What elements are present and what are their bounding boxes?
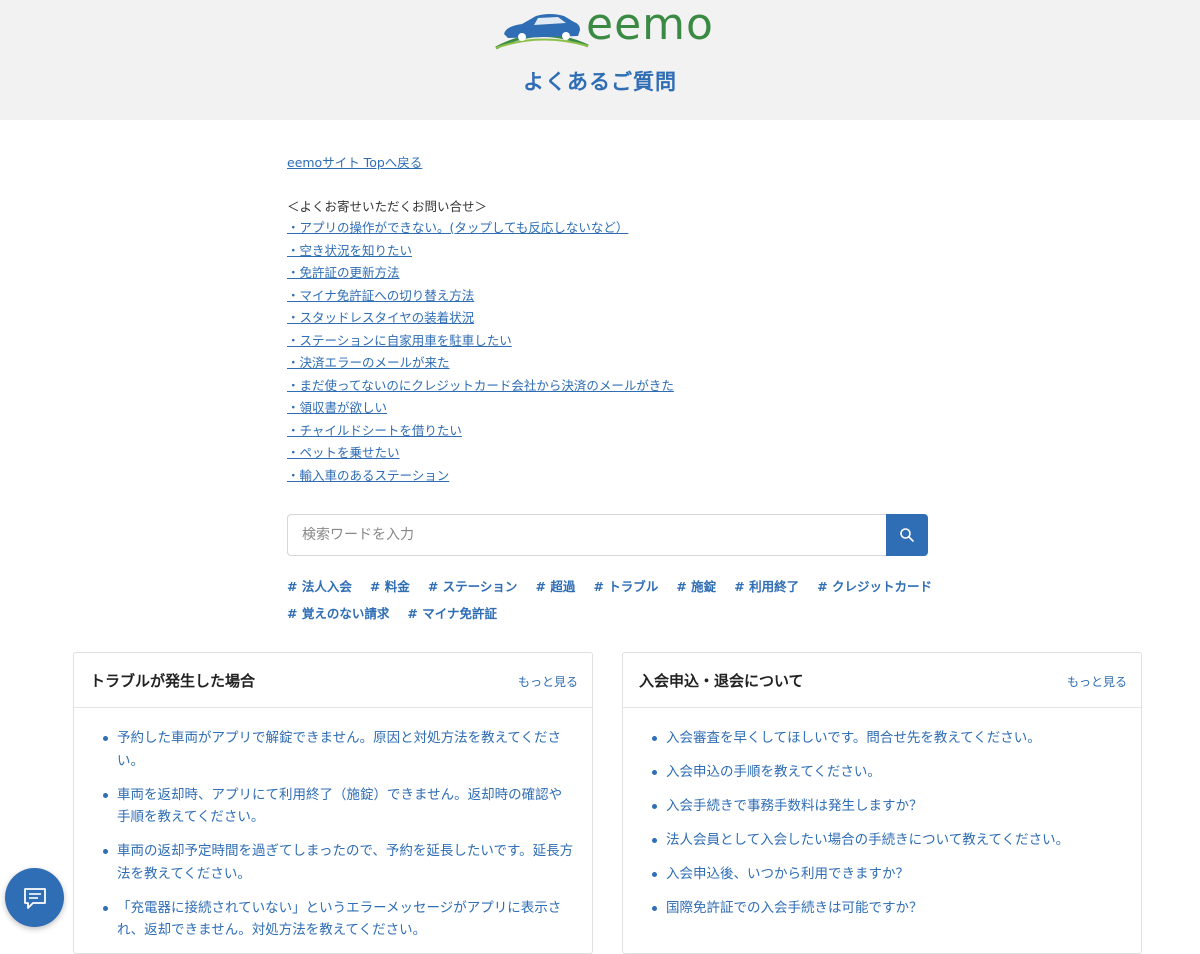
list-item: 車両を返却時、アプリにて利用終了（施錠）できません。返却時の確認や手順を教えてく… bbox=[74, 784, 592, 829]
back-to-top-link[interactable]: eemoサイト Topへ戻る bbox=[287, 152, 422, 171]
tag-link[interactable]: # 覚えのない請求 bbox=[287, 606, 389, 621]
card-title: 入会申込・退会について bbox=[639, 672, 804, 690]
article-link[interactable]: 入会審査を早くしてほしいです。問合せ先を教えてください。 bbox=[666, 730, 1041, 746]
tag-link[interactable]: # 施錠 bbox=[676, 579, 716, 594]
faq-link[interactable]: ・チャイルドシートを借りたい bbox=[287, 423, 462, 438]
list-item: 入会審査を早くしてほしいです。問合せ先を教えてください。 bbox=[623, 727, 1141, 750]
list-item: 入会申込後、いつから利用できますか？ bbox=[623, 863, 1141, 886]
list-item: ・ステーションに自家用車を駐車したい bbox=[287, 332, 674, 355]
list-item: 車両の返却予定時間を過ぎてしまったので、予約を延長したいです。延長方法を教えてく… bbox=[74, 840, 592, 885]
search-icon bbox=[900, 528, 914, 542]
tag-row: # 法人入会 # 料金 # ステーション # 超過 # トラブル # 施錠 # … bbox=[287, 576, 937, 603]
article-list: 入会審査を早くしてほしいです。問合せ先を教えてください。 入会申込の手順を教えて… bbox=[623, 727, 1141, 931]
list-item: ・ペットを乗せたい bbox=[287, 444, 674, 467]
tag-link[interactable]: # ステーション bbox=[428, 579, 518, 594]
faq-link[interactable]: ・空き状況を知りたい bbox=[287, 243, 412, 258]
faq-link[interactable]: ・マイナ免許証への切り替え方法 bbox=[287, 288, 474, 303]
category-card-trouble: トラブルが発生した場合 もっと見る 予約した車両がアプリで解錠できません。原因と… bbox=[73, 652, 593, 954]
article-list: 予約した車両がアプリで解錠できません。原因と対処方法を教えてください。 車両を返… bbox=[74, 727, 592, 953]
list-item: ・マイナ免許証への切り替え方法 bbox=[287, 287, 674, 310]
list-item: 入会申込の手順を教えてください。 bbox=[623, 761, 1141, 784]
tag-link[interactable]: # マイナ免許証 bbox=[407, 606, 497, 621]
list-item: 「充電器に接続されていない」というエラーメッセージがアプリに表示され、返却できま… bbox=[74, 897, 592, 942]
article-link[interactable]: 法人会員として入会したい場合の手続きについて教えてください。 bbox=[666, 832, 1069, 848]
search-input[interactable] bbox=[287, 514, 887, 556]
list-item: ・アプリの操作ができない。(タップしても反応しないなど） bbox=[287, 219, 674, 242]
tag-list: # 法人入会 # 料金 # ステーション # 超過 # トラブル # 施錠 # … bbox=[287, 576, 937, 630]
list-item: ・免許証の更新方法 bbox=[287, 264, 674, 287]
list-item: 国際免許証での入会手続きは可能ですか？ bbox=[623, 897, 1141, 920]
list-item: ・輸入車のあるステーション bbox=[287, 467, 674, 490]
faq-link[interactable]: ・決済エラーのメールが来た bbox=[287, 355, 450, 370]
logo-text-value: eemo bbox=[586, 0, 714, 50]
tag-link[interactable]: # クレジットカード bbox=[817, 579, 932, 594]
see-more-link[interactable]: もっと見る bbox=[518, 673, 578, 690]
list-item: 法人会員として入会したい場合の手続きについて教えてください。 bbox=[623, 829, 1141, 852]
faq-link[interactable]: ・まだ使ってないのにクレジットカード会社から決済のメールがきた bbox=[287, 378, 674, 393]
faq-link[interactable]: ・免許証の更新方法 bbox=[287, 265, 400, 280]
faq-heading: ＜よくお寄せいただくお問い合せ＞ bbox=[287, 199, 488, 214]
tag-link[interactable]: # 利用終了 bbox=[734, 579, 799, 594]
chat-bubble-icon bbox=[23, 887, 46, 909]
article-link[interactable]: 車両を返却時、アプリにて利用終了（施錠）できません。返却時の確認や手順を教えてく… bbox=[117, 787, 562, 826]
faq-link-list: ・アプリの操作ができない。(タップしても反応しないなど） ・空き状況を知りたい … bbox=[287, 219, 674, 489]
see-more-link[interactable]: もっと見る bbox=[1067, 673, 1127, 690]
list-item: ・決済エラーのメールが来た bbox=[287, 354, 674, 377]
list-item: ・チャイルドシートを借りたい bbox=[287, 422, 674, 445]
article-link[interactable]: 入会申込後、いつから利用できますか？ bbox=[666, 866, 909, 882]
list-item: 予約した車両がアプリで解錠できません。原因と対処方法を教えてください。 bbox=[74, 727, 592, 772]
category-card-membership: 入会申込・退会について もっと見る 入会審査を早くしてほしいです。問合せ先を教え… bbox=[622, 652, 1142, 954]
logo-text: eemo bbox=[586, 0, 714, 50]
faq-link[interactable]: ・ペットを乗せたい bbox=[287, 445, 400, 460]
list-item: ・領収書が欲しい bbox=[287, 399, 674, 422]
faq-link[interactable]: ・アプリの操作ができない。(タップしても反応しないなど） bbox=[287, 220, 628, 235]
tag-row: # 覚えのない請求 # マイナ免許証 bbox=[287, 603, 937, 630]
article-link[interactable]: 入会申込の手順を教えてください。 bbox=[666, 764, 881, 780]
card-title: トラブルが発生した場合 bbox=[90, 672, 256, 690]
article-link[interactable]: 予約した車両がアプリで解錠できません。原因と対処方法を教えてください。 bbox=[117, 730, 561, 769]
article-link[interactable]: 車両の返却予定時間を過ぎてしまったので、予約を延長したいです。延長方法を教えてく… bbox=[117, 843, 573, 882]
tag-link[interactable]: # 料金 bbox=[370, 579, 410, 594]
card-header: トラブルが発生した場合 もっと見る bbox=[74, 653, 592, 708]
chat-button[interactable] bbox=[5, 868, 64, 927]
article-link[interactable]: 国際免許証での入会手続きは可能ですか？ bbox=[666, 900, 923, 916]
article-link[interactable]: 「充電器に接続されていない」というエラーメッセージがアプリに表示され、返却できま… bbox=[117, 900, 561, 939]
tag-link[interactable]: # 法人入会 bbox=[287, 579, 352, 594]
faq-link[interactable]: ・ステーションに自家用車を駐車したい bbox=[287, 333, 512, 348]
card-header: 入会申込・退会について もっと見る bbox=[623, 653, 1141, 708]
list-item: ・スタッドレスタイヤの装着状況 bbox=[287, 309, 674, 332]
faq-link[interactable]: ・領収書が欲しい bbox=[287, 400, 387, 415]
list-item: ・空き状況を知りたい bbox=[287, 242, 674, 265]
tag-link[interactable]: # トラブル bbox=[593, 579, 658, 594]
search-button[interactable] bbox=[886, 514, 928, 556]
page-title: よくあるご質問 bbox=[523, 70, 677, 94]
tag-link[interactable]: # 超過 bbox=[536, 579, 576, 594]
faq-link[interactable]: ・スタッドレスタイヤの装着状況 bbox=[287, 310, 474, 325]
list-item: ・まだ使ってないのにクレジットカード会社から決済のメールがきた bbox=[287, 377, 674, 400]
article-link[interactable]: 入会手続きで事務手数料は発生しますか？ bbox=[666, 798, 923, 814]
list-item: 入会手続きで事務手数料は発生しますか？ bbox=[623, 795, 1141, 818]
faq-link[interactable]: ・輸入車のあるステーション bbox=[287, 468, 449, 483]
search-bar bbox=[287, 514, 928, 556]
site-header: eemo よくあるご質問 bbox=[0, 0, 1200, 120]
